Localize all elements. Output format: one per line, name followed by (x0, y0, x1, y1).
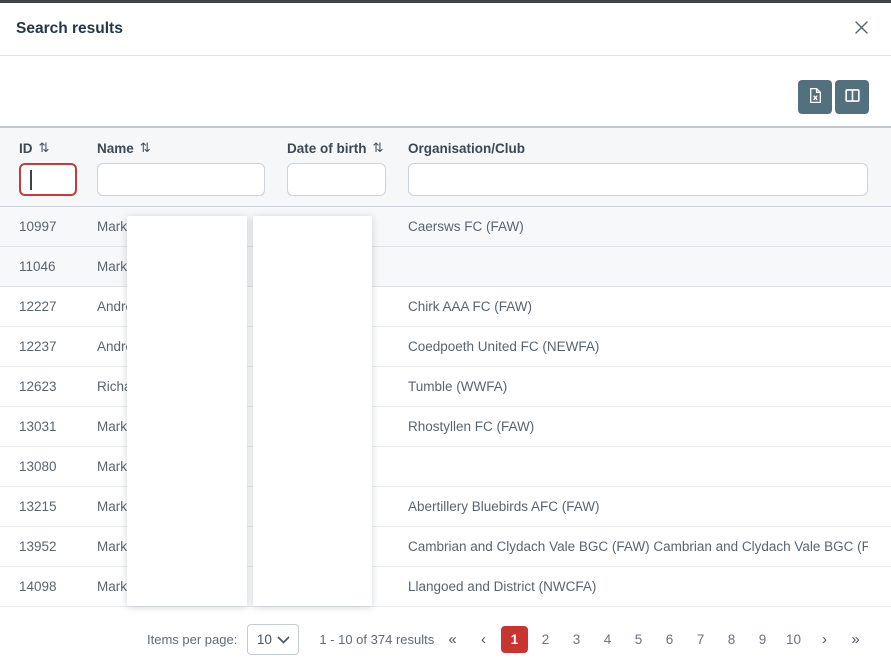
cell-org: Abertillery Bluebirds AFC (FAW) (408, 499, 868, 514)
cell-id: 12237 (19, 339, 97, 354)
column-label: Date of birth (287, 141, 367, 156)
column-header-org: Organisation/Club (408, 141, 868, 156)
table-body: 10997 Mark Caersws FC (FAW) 11046 Mark 1… (0, 207, 891, 607)
cell-id: 13952 (19, 539, 97, 554)
cell-org: Tumble (WWFA) (408, 379, 868, 394)
cell-id: 12227 (19, 299, 97, 314)
pagination-bar: Items per page: 10 1 - 10 of 374 results… (0, 607, 891, 671)
column-label: Organisation/Club (408, 141, 525, 156)
cell-id: 10997 (19, 219, 97, 234)
page-button-4[interactable]: 4 (594, 626, 621, 653)
page-button-6[interactable]: 6 (656, 626, 683, 653)
page-button-5[interactable]: 5 (625, 626, 652, 653)
toolbar (0, 56, 891, 126)
pager: « ‹ 1 2 3 4 5 6 7 8 9 10 › » (439, 626, 869, 653)
export-excel-button[interactable] (798, 80, 832, 114)
cell-org: Caersws FC (FAW) (408, 219, 868, 234)
page-title: Search results (16, 20, 123, 38)
cell-id: 13080 (19, 459, 97, 474)
cell-id: 13215 (19, 499, 97, 514)
id-filter-input[interactable] (19, 163, 77, 196)
cell-id: 11046 (19, 259, 97, 274)
org-filter-input[interactable] (408, 163, 868, 196)
cell-org: Chirk AAA FC (FAW) (408, 299, 868, 314)
sort-icon[interactable]: ⇅ (373, 140, 384, 156)
table-header: ID ⇅ Name ⇅ Date of birth ⇅ Organisation… (0, 126, 891, 207)
dob-filter-input[interactable] (287, 163, 386, 196)
toggle-columns-button[interactable] (835, 80, 869, 114)
close-icon (854, 20, 869, 38)
column-label: ID (19, 141, 33, 156)
cell-org: Coedpoeth United FC (NEWFA) (408, 339, 868, 354)
page-button-9[interactable]: 9 (749, 626, 776, 653)
cell-id: 14098 (19, 579, 97, 594)
page-button-7[interactable]: 7 (687, 626, 714, 653)
cell-id: 13031 (19, 419, 97, 434)
column-header-id[interactable]: ID ⇅ (19, 140, 97, 156)
redaction-overlay (127, 216, 247, 606)
chevron-down-icon (277, 632, 290, 647)
sort-icon[interactable]: ⇅ (140, 140, 151, 156)
page-button-8[interactable]: 8 (718, 626, 745, 653)
cell-id: 12623 (19, 379, 97, 394)
page-button-2[interactable]: 2 (532, 626, 559, 653)
column-label: Name (97, 141, 134, 156)
search-results-modal: Search results (0, 0, 891, 672)
name-filter-input[interactable] (97, 163, 265, 196)
column-header-name[interactable]: Name ⇅ (97, 140, 287, 156)
file-excel-icon (807, 87, 824, 107)
cell-org: Rhostyllen FC (FAW) (408, 419, 868, 434)
cell-org: Cambrian and Clydach Vale BGC (FAW) Camb… (408, 539, 868, 554)
page-button-1[interactable]: 1 (501, 626, 528, 653)
page-button-3[interactable]: 3 (563, 626, 590, 653)
redaction-overlay (253, 216, 372, 606)
cell-org: Llangoed and District (NWCFA) (408, 579, 868, 594)
page-button-10[interactable]: 10 (780, 626, 807, 653)
next-page-button[interactable]: › (811, 626, 838, 653)
results-count: 1 - 10 of 374 results (319, 632, 434, 647)
column-header-dob[interactable]: Date of birth ⇅ (287, 140, 408, 156)
columns-icon (844, 87, 861, 107)
items-per-page-label: Items per page: (147, 632, 237, 647)
prev-page-button[interactable]: ‹ (470, 626, 497, 653)
sort-icon[interactable]: ⇅ (39, 140, 50, 156)
modal-header: Search results (0, 3, 891, 56)
first-page-button[interactable]: « (439, 626, 466, 653)
items-per-page-value: 10 (257, 632, 272, 647)
items-per-page-select[interactable]: 10 (247, 624, 299, 655)
close-button[interactable] (850, 18, 872, 40)
last-page-button[interactable]: » (842, 626, 869, 653)
